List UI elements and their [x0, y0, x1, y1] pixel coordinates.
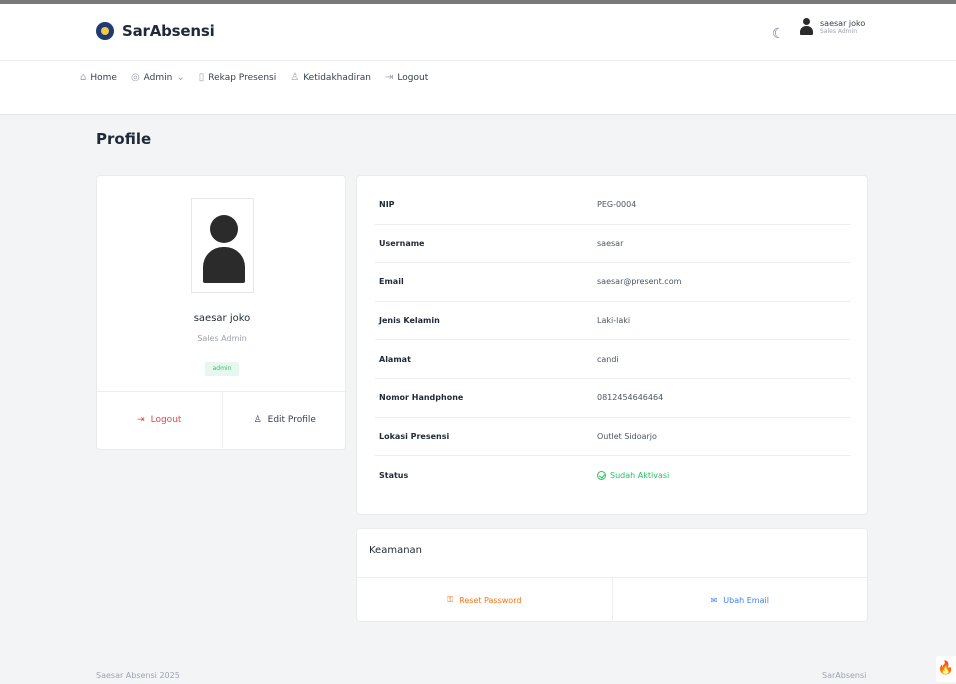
nav-logout-label: Logout — [397, 72, 429, 83]
profile-info-card: NIP PEG-0004 Username saesar Email saesa… — [356, 175, 868, 515]
admin-icon: ◎ — [130, 72, 140, 83]
status-text: Sudah Aktivasi — [610, 470, 670, 480]
user-icon: ♙ — [290, 72, 300, 83]
info-value: saesar — [597, 238, 624, 248]
nav-ketidakhadiran[interactable]: ♙ Ketidakhadiran — [290, 72, 371, 83]
info-row: Alamat candi — [375, 340, 851, 379]
user-name: saesar joko — [820, 18, 866, 28]
info-label: Jenis Kelamin — [379, 316, 440, 326]
info-label: Email — [379, 277, 404, 287]
logout-button-label: Logout — [150, 415, 182, 425]
change-email-label: Ubah Email — [723, 595, 769, 605]
profile-avatar — [191, 198, 254, 293]
dark-mode-toggle-icon[interactable]: ☾ — [772, 26, 785, 42]
info-row: Jenis Kelamin Laki-laki — [375, 302, 851, 341]
info-value: Laki-laki — [597, 316, 631, 326]
status-value: Sudah Aktivasi — [597, 470, 670, 480]
brand[interactable]: SarAbsensi — [96, 22, 215, 40]
profile-card: saesar joko Sales Admin admin ⇥ Logout ♙… — [96, 175, 347, 450]
logout-icon: ⇥ — [385, 72, 394, 83]
info-label: NIP — [379, 200, 395, 210]
security-actions: ⚿ Reset Password ✉ Ubah Email — [357, 578, 867, 622]
info-value: candi — [597, 354, 619, 364]
logout-button[interactable]: ⇥ Logout — [97, 392, 222, 448]
edit-profile-button[interactable]: ♙ Edit Profile — [221, 392, 348, 448]
nav-admin-label: Admin — [143, 72, 173, 83]
role-badge: admin — [205, 362, 239, 376]
info-value: Outlet Sidoarjo — [597, 431, 657, 441]
avatar-head-icon — [210, 215, 238, 243]
page-title: Profile — [96, 130, 152, 148]
clipboard-icon: ▯ — [198, 72, 205, 83]
main-nav: ⌂ Home ◎ Admin ⌄ ▯ Rekap Presensi ♙ Keti… — [80, 72, 428, 83]
edit-profile-label: Edit Profile — [267, 415, 316, 425]
user-role: Sales Admin — [820, 28, 857, 36]
logout-icon: ⇥ — [137, 415, 145, 425]
info-row: Lokasi Presensi Outlet Sidoarjo — [375, 418, 851, 457]
mail-icon: ✉ — [710, 595, 718, 605]
nav-home[interactable]: ⌂ Home — [80, 72, 117, 83]
nav-admin[interactable]: ◎ Admin ⌄ — [131, 72, 185, 83]
nav-rekap-presensi[interactable]: ▯ Rekap Presensi — [199, 72, 276, 83]
info-value: saesar@present.com — [597, 277, 682, 287]
footer-copyright: Saesar Absensi 2025 — [96, 671, 180, 680]
check-circle-icon — [597, 470, 606, 480]
nav-logout[interactable]: ⇥ Logout — [385, 72, 428, 83]
profile-name: saesar joko — [193, 313, 251, 324]
info-row: NIP PEG-0004 — [375, 186, 851, 225]
security-title: Keamanan — [369, 545, 423, 556]
info-label: Nomor Handphone — [379, 393, 464, 403]
info-row: Nomor Handphone 0812454646464 — [375, 379, 851, 418]
nav-ketidakhadiran-label: Ketidakhadiran — [303, 72, 372, 83]
chevron-down-icon: ⌄ — [176, 72, 185, 83]
fire-icon[interactable]: 🔥 — [936, 656, 956, 682]
navbar-divider — [0, 60, 956, 61]
key-icon: ⚿ — [447, 595, 454, 604]
info-value: PEG-0004 — [597, 200, 637, 210]
info-row: Email saesar@present.com — [375, 263, 851, 302]
reset-password-button[interactable]: ⚿ Reset Password — [357, 578, 612, 622]
security-card: Keamanan ⚿ Reset Password ✉ Ubah Email — [356, 528, 868, 622]
reset-password-label: Reset Password — [459, 595, 522, 605]
info-label: Username — [379, 238, 425, 248]
brand-logo-icon — [96, 22, 114, 40]
user-edit-icon: ♙ — [253, 415, 262, 425]
nav-rekap-presensi-label: Rekap Presensi — [208, 72, 277, 83]
info-value: 0812454646464 — [597, 393, 664, 403]
info-label: Lokasi Presensi — [379, 431, 450, 441]
info-row: Username saesar — [375, 225, 851, 264]
nav-home-label: Home — [90, 72, 117, 83]
user-menu[interactable]: saesar joko Sales Admin — [800, 18, 865, 36]
info-label: Alamat — [379, 354, 411, 364]
change-email-button[interactable]: ✉ Ubah Email — [611, 578, 868, 622]
profile-role: Sales Admin — [197, 334, 247, 343]
brand-name: SarAbsensi — [122, 22, 215, 40]
avatar-body-icon — [203, 247, 245, 283]
info-row: Status Sudah Aktivasi — [375, 456, 851, 495]
footer-brand[interactable]: SarAbsensi — [822, 671, 866, 680]
top-navbar: SarAbsensi ☾ saesar joko Sales Admin ⌂ H… — [0, 0, 956, 115]
profile-actions: ⇥ Logout ♙ Edit Profile — [97, 392, 347, 448]
info-label: Status — [379, 470, 409, 480]
user-avatar-icon — [800, 18, 813, 36]
home-icon: ⌂ — [80, 72, 87, 83]
